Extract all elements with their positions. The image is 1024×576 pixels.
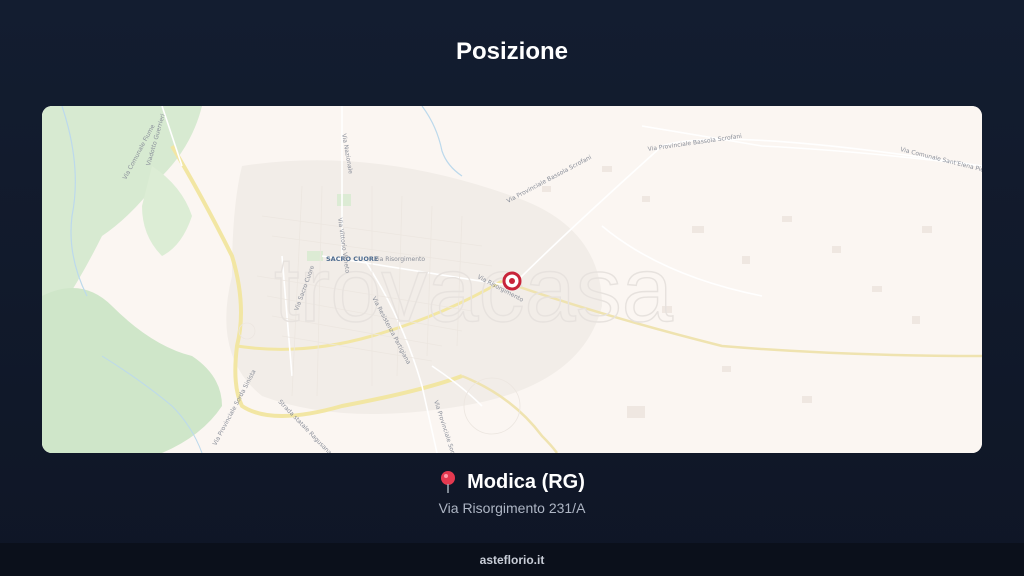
map-marker-icon[interactable] [502, 271, 522, 291]
footer-brand[interactable]: asteflorio.it [480, 553, 545, 567]
location-map[interactable]: trovacasa SACRO CUORE Via Risorgimento V… [42, 106, 982, 453]
pin-icon [439, 470, 457, 494]
district-label: SACRO CUORE [326, 255, 378, 263]
street-label-risorgimento-w: Via Risorgimento [374, 256, 425, 263]
footer: asteflorio.it [0, 543, 1024, 576]
map-canvas: trovacasa SACRO CUORE Via Risorgimento V… [42, 106, 982, 453]
page-title: Posizione [455, 38, 569, 65]
park-small-1 [337, 194, 351, 206]
street-address: Via Risorgimento 231/A [438, 500, 586, 516]
location-row: Modica (RG) [0, 470, 1024, 494]
city-name: Modica (RG) [467, 470, 585, 493]
